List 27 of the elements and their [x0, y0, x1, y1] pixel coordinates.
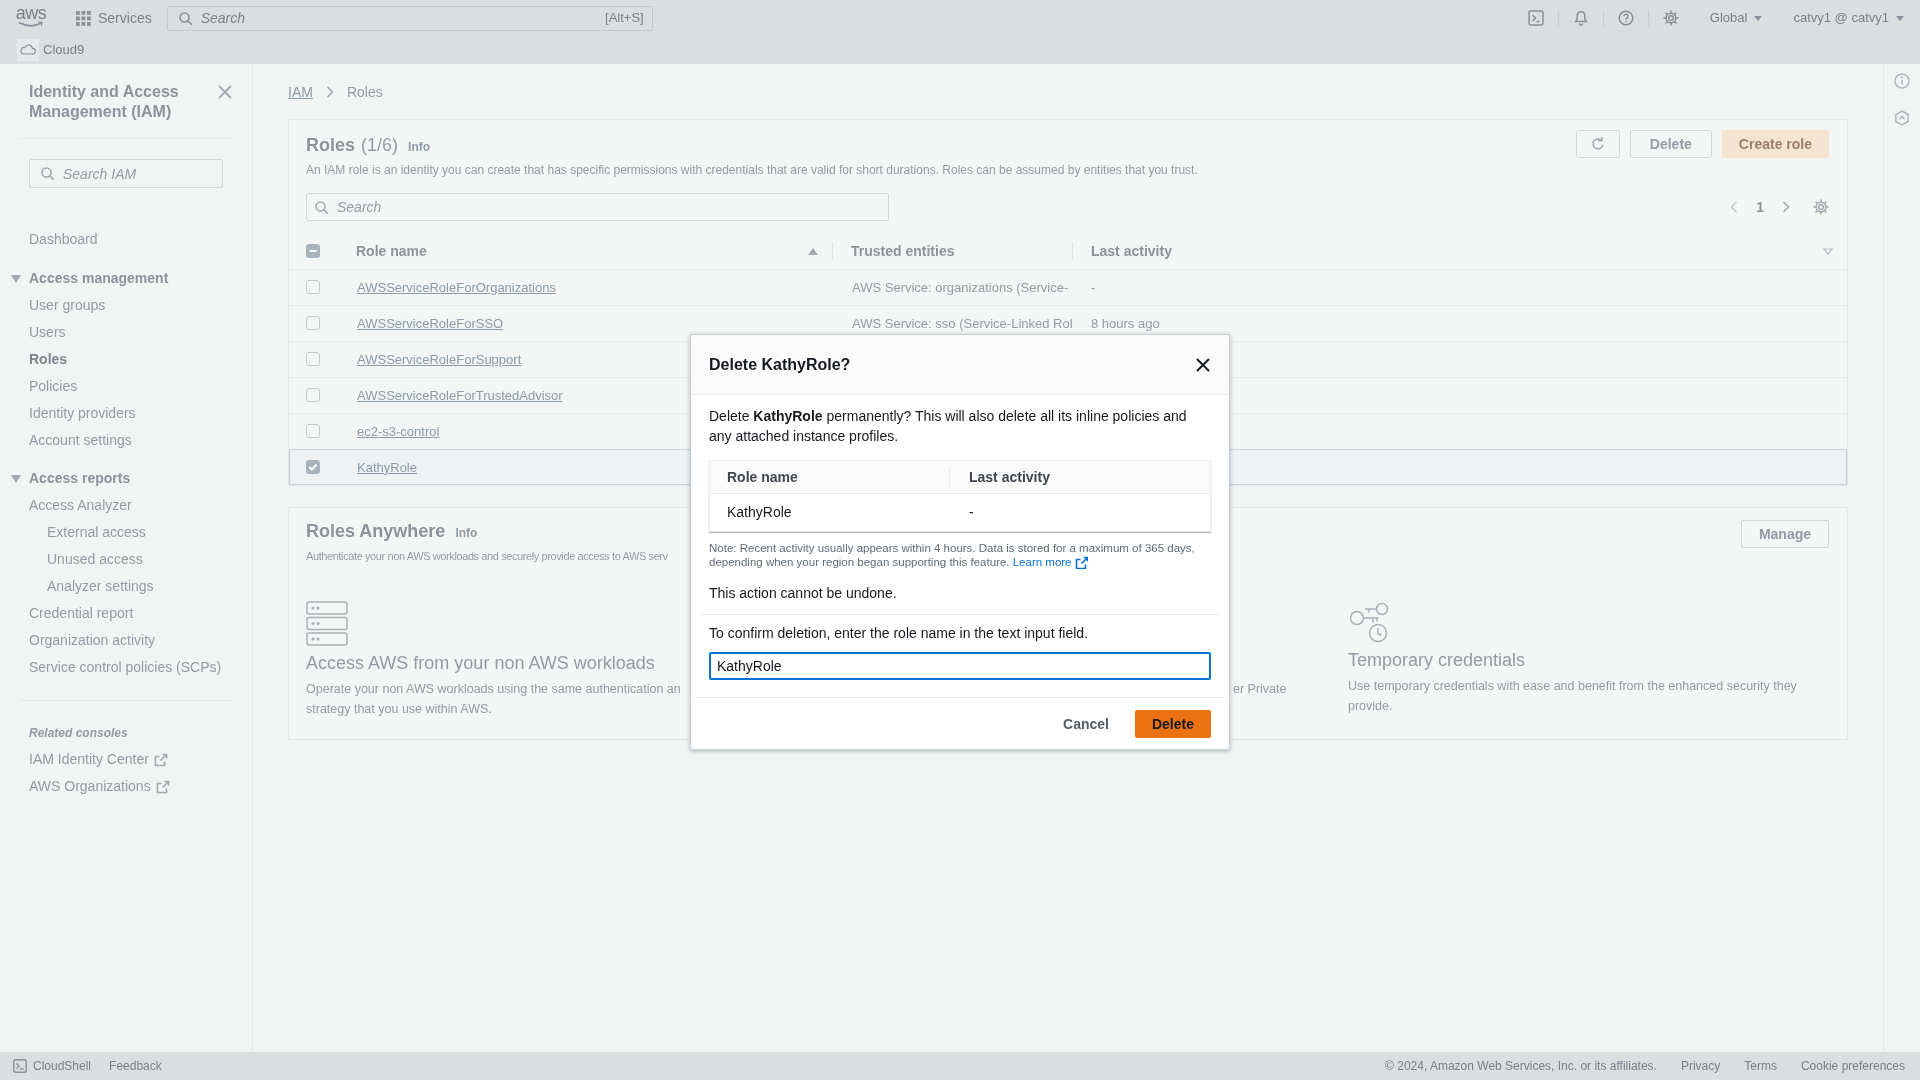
table-cell-text: KathyRole — [726, 503, 793, 522]
sidebar-title: Identity and Access Management (IAM) — [29, 82, 180, 122]
copyright-text: © 2024, Amazon Web Services, Inc. or its affiliates. — [1385, 1058, 1657, 1075]
dialog-title: Delete KathyRole? — [709, 354, 851, 375]
panel-description: An IAM role is an identity you can create that has specific permissions with credentials that are valid for short durations. Roles can be assumed by entities that you trust. — [306, 162, 1198, 178]
table-cell: AWS Service: sso (Service-Linked Rol — [852, 315, 1073, 331]
table-cell-text: - — [968, 503, 975, 522]
selection-count: (1/6) — [361, 134, 399, 156]
panel-title: Roles Anywhere — [306, 520, 446, 542]
table-cell: AWS Service: organizations (Service- — [852, 279, 1069, 295]
breadcrumb-current: Roles — [346, 82, 383, 102]
section-label: Related consoles — [29, 724, 128, 742]
feature-description: Use temporary credentials with ease and benefit from the enhanced security they provide. — [1348, 678, 1798, 715]
table-cell: - — [1091, 279, 1096, 295]
column-header: Last activity — [949, 468, 1210, 486]
feature-title: Temporary credentials — [1348, 649, 1526, 671]
feature-title: Access AWS from your non AWS workloads — [306, 652, 655, 674]
confirm-label: To confirm deletion, enter the role name in the text input field. — [709, 624, 1089, 643]
column-header: Role name — [726, 467, 799, 487]
panel-description: Authenticate your non AWS workloads and securely provide access to AWS serv — [306, 549, 668, 564]
panel-title: Roles — [306, 134, 356, 156]
warning-text: This action cannot be undone. — [709, 584, 898, 603]
note-text: Note: Recent activity usually appears within 4 hours. Data is stored for a maximum of 365 days, depending when your region began supporting this feature. Learn more — [709, 541, 1196, 569]
feature-description: er Private — [1233, 681, 1287, 698]
keyboard-shortcut-label: [Alt+S] — [605, 9, 644, 26]
feature-description: Operate your non AWS workloads using the same authentication an strategy that you use within AWS. — [306, 681, 681, 718]
table-cell: 8 hours ago — [1091, 315, 1160, 331]
